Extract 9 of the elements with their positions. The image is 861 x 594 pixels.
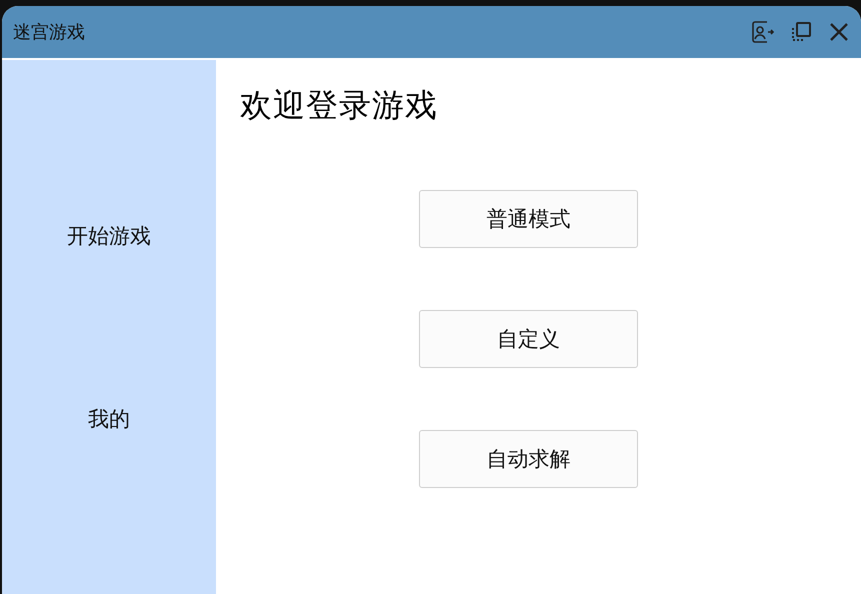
- user-switch-icon[interactable]: [751, 20, 775, 44]
- sidebar-item[interactable]: 我的: [88, 405, 130, 433]
- mode-button[interactable]: 自动求解: [419, 430, 638, 488]
- mode-button[interactable]: 自定义: [419, 310, 638, 368]
- window-title: 迷宫游戏: [13, 21, 86, 44]
- sidebar-item[interactable]: 开始游戏: [67, 222, 151, 250]
- welcome-heading: 欢迎登录游戏: [240, 85, 439, 126]
- restore-icon[interactable]: [789, 20, 813, 44]
- mode-button[interactable]: 普通模式: [419, 190, 638, 248]
